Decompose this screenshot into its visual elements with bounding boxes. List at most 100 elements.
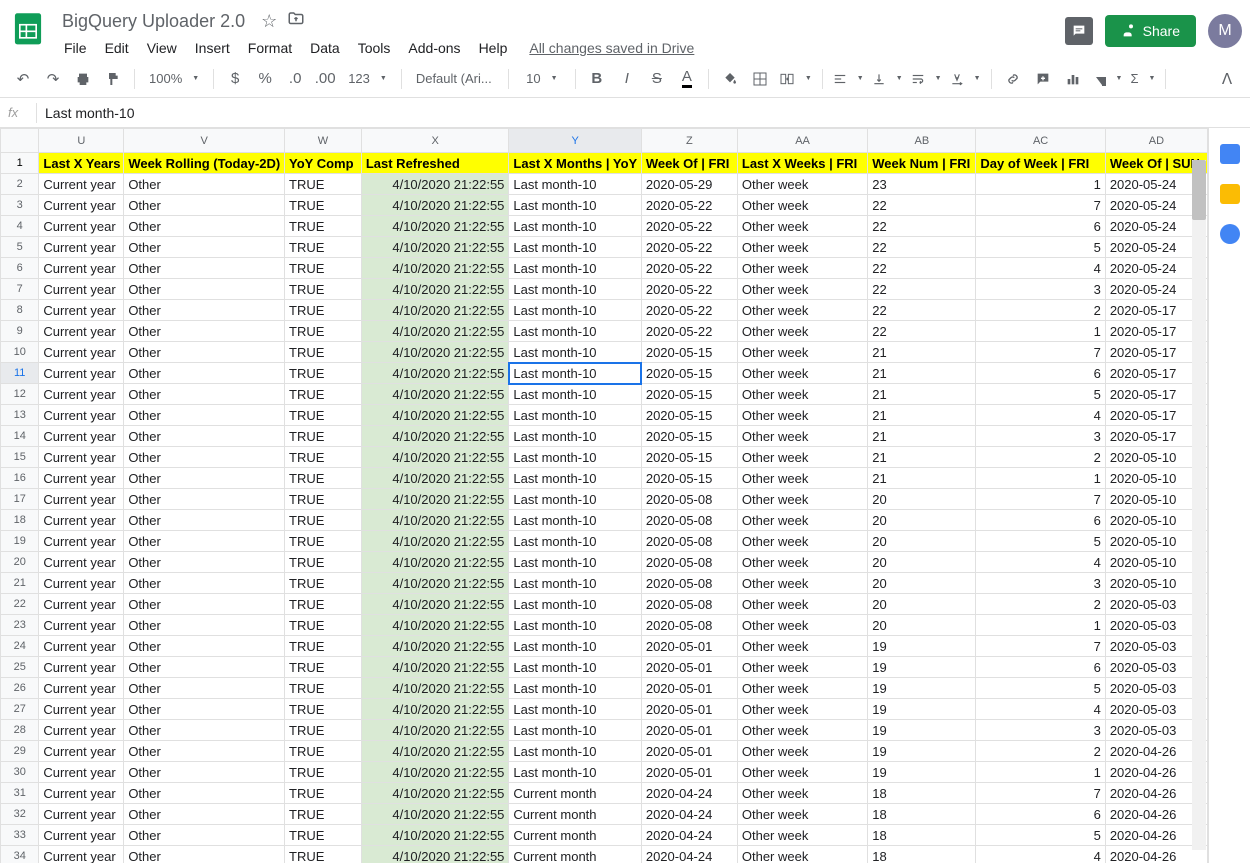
cell[interactable]: TRUE [285, 384, 362, 405]
cell[interactable]: 2020-05-01 [641, 699, 737, 720]
cell[interactable]: Other [124, 426, 285, 447]
cell[interactable]: Other week [737, 195, 867, 216]
cell[interactable]: Current year [39, 279, 124, 300]
cell[interactable]: 4/10/2020 21:22:55 [361, 342, 509, 363]
cell[interactable]: 4 [976, 699, 1105, 720]
cell[interactable]: 6 [976, 363, 1105, 384]
cell[interactable]: Other [124, 489, 285, 510]
cell[interactable]: 5 [976, 237, 1105, 258]
cell[interactable]: Current year [39, 804, 124, 825]
cell[interactable]: 22 [868, 300, 976, 321]
cell[interactable]: Other week [737, 741, 867, 762]
cell[interactable]: 2020-05-08 [641, 510, 737, 531]
undo-icon[interactable]: ↶ [10, 66, 36, 92]
spreadsheet-grid[interactable]: UVWXYZAAABACAD 1Last X YearsWeek Rolling… [0, 128, 1208, 863]
row-header[interactable]: 2 [1, 174, 39, 195]
cell[interactable]: 18 [868, 846, 976, 864]
cell[interactable]: Current month [509, 825, 641, 846]
cell[interactable]: TRUE [285, 804, 362, 825]
cell[interactable]: 4/10/2020 21:22:55 [361, 216, 509, 237]
cell[interactable]: Last month-10 [509, 699, 641, 720]
cell[interactable]: Other week [737, 552, 867, 573]
cell[interactable]: Current year [39, 258, 124, 279]
cell[interactable]: Current year [39, 594, 124, 615]
cell[interactable]: Other [124, 552, 285, 573]
cell[interactable]: 4/10/2020 21:22:55 [361, 699, 509, 720]
cell[interactable]: 4/10/2020 21:22:55 [361, 531, 509, 552]
cell[interactable]: Last month-10 [509, 615, 641, 636]
cell[interactable]: Other [124, 300, 285, 321]
account-avatar[interactable]: M [1208, 14, 1242, 48]
cell[interactable]: 4/10/2020 21:22:55 [361, 636, 509, 657]
cell[interactable]: Current year [39, 531, 124, 552]
row-header[interactable]: 16 [1, 468, 39, 489]
cell[interactable]: 22 [868, 216, 976, 237]
cell[interactable]: Other [124, 846, 285, 864]
cell[interactable]: Other [124, 783, 285, 804]
cell[interactable]: 2020-05-15 [641, 405, 737, 426]
cell[interactable]: Last month-10 [509, 762, 641, 783]
cell[interactable]: Current year [39, 384, 124, 405]
column-header-V[interactable]: V [124, 129, 285, 153]
cell[interactable]: TRUE [285, 594, 362, 615]
cell[interactable]: 4/10/2020 21:22:55 [361, 615, 509, 636]
cell[interactable]: Last month-10 [509, 279, 641, 300]
row-header[interactable]: 28 [1, 720, 39, 741]
cell[interactable]: Last month-10 [509, 594, 641, 615]
percent-icon[interactable]: % [252, 66, 278, 92]
strikethrough-icon[interactable]: S [644, 66, 670, 92]
cell[interactable]: Current year [39, 762, 124, 783]
borders-icon[interactable] [747, 66, 773, 92]
cell[interactable]: TRUE [285, 216, 362, 237]
cell[interactable]: 22 [868, 321, 976, 342]
column-header-AB[interactable]: AB [868, 129, 976, 153]
header-cell[interactable]: Last Refreshed [361, 153, 509, 174]
cell[interactable]: Last month-10 [509, 174, 641, 195]
cell[interactable]: TRUE [285, 468, 362, 489]
cell[interactable]: TRUE [285, 615, 362, 636]
cell[interactable]: 20 [868, 489, 976, 510]
cell[interactable]: 2020-05-22 [641, 300, 737, 321]
cell[interactable]: Other [124, 447, 285, 468]
text-wrap-icon[interactable] [909, 70, 944, 88]
cell[interactable]: 2 [976, 300, 1105, 321]
cell[interactable]: TRUE [285, 447, 362, 468]
row-header[interactable]: 15 [1, 447, 39, 468]
cell[interactable]: Other [124, 636, 285, 657]
cell[interactable]: 2020-05-22 [641, 216, 737, 237]
font-size-select[interactable]: 10 [517, 69, 567, 88]
cell[interactable]: Other [124, 657, 285, 678]
document-title[interactable]: BigQuery Uploader 2.0 [56, 9, 251, 34]
cell[interactable]: 2020-05-22 [641, 258, 737, 279]
cell[interactable]: 2020-05-01 [641, 720, 737, 741]
cell[interactable]: Current year [39, 405, 124, 426]
cell[interactable]: TRUE [285, 237, 362, 258]
cell[interactable]: 19 [868, 762, 976, 783]
cell[interactable]: Other [124, 279, 285, 300]
cell[interactable]: 6 [976, 804, 1105, 825]
header-cell[interactable]: Week Num | FRI [868, 153, 976, 174]
menu-view[interactable]: View [139, 36, 185, 60]
row-header[interactable]: 17 [1, 489, 39, 510]
cell[interactable]: Current year [39, 846, 124, 864]
cell[interactable]: Current year [39, 552, 124, 573]
row-header[interactable]: 1 [1, 153, 39, 174]
cell[interactable]: Other week [737, 594, 867, 615]
column-header-X[interactable]: X [361, 129, 509, 153]
cell[interactable]: 4 [976, 846, 1105, 864]
merge-cells-icon[interactable] [777, 69, 814, 89]
cell[interactable]: 2020-05-08 [641, 594, 737, 615]
cell[interactable]: 6 [976, 657, 1105, 678]
insert-chart-icon[interactable] [1060, 66, 1086, 92]
share-button[interactable]: Share [1105, 15, 1196, 47]
cell[interactable]: 5 [976, 384, 1105, 405]
cell[interactable]: 4/10/2020 21:22:55 [361, 657, 509, 678]
cell[interactable]: TRUE [285, 426, 362, 447]
cell[interactable]: Other [124, 825, 285, 846]
row-header[interactable]: 4 [1, 216, 39, 237]
cell[interactable]: Last month-10 [509, 531, 641, 552]
vertical-scrollbar[interactable] [1192, 160, 1206, 850]
cell[interactable]: 2020-05-08 [641, 615, 737, 636]
cell[interactable]: 6 [976, 216, 1105, 237]
cell[interactable]: 2020-05-29 [641, 174, 737, 195]
